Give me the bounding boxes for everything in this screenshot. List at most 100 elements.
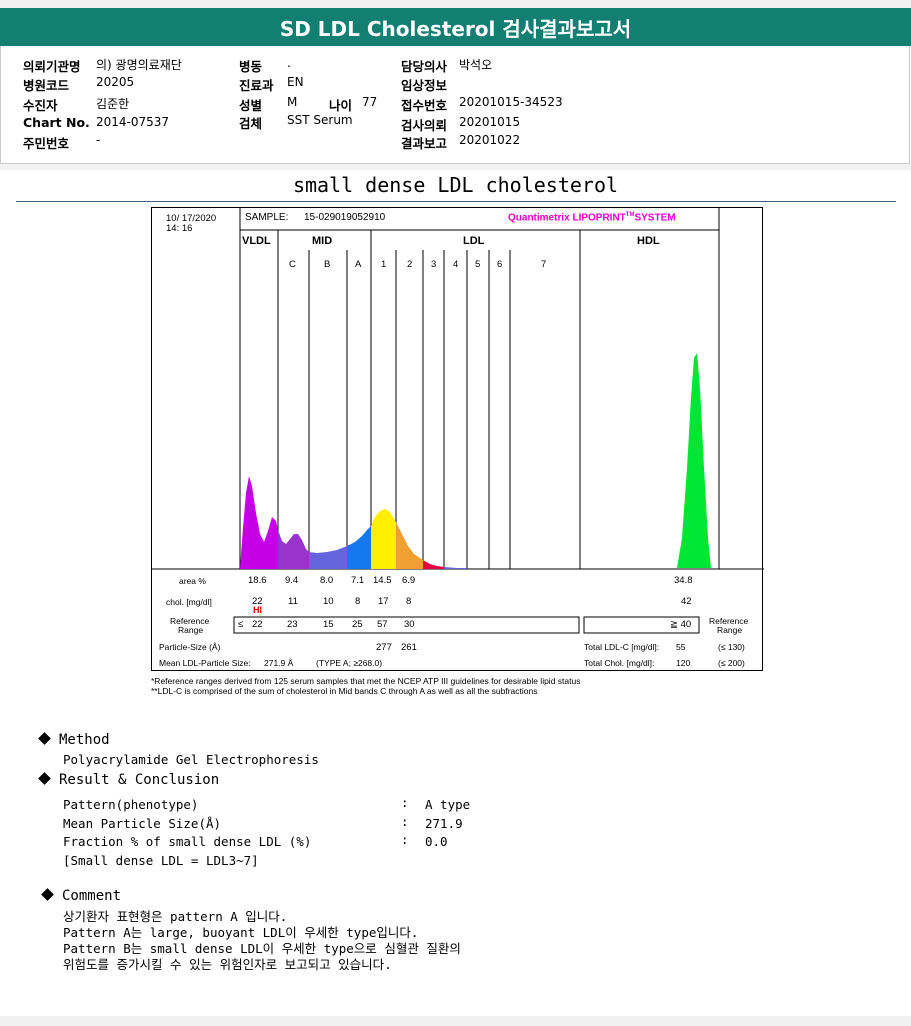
band-a: A bbox=[355, 259, 362, 270]
right-ref2: Range bbox=[717, 625, 743, 635]
diamond-bullet-icon bbox=[38, 771, 51, 785]
row-label-chol: chol. [mg/dl] bbox=[166, 597, 212, 607]
band-4: 4 bbox=[453, 259, 459, 270]
footnote-2: **LDL-C is comprised of the sum of chole… bbox=[151, 686, 538, 696]
curve-ldl2 bbox=[396, 522, 423, 569]
row-label-area: area % bbox=[179, 576, 206, 586]
total-ldl-ref: (≤ 130) bbox=[718, 642, 745, 652]
info-chart-no: Chart No. bbox=[23, 115, 90, 130]
row-label-particle: Particle-Size (Å) bbox=[159, 642, 221, 652]
info-receipt-no-value: 20201015-34523 bbox=[459, 95, 563, 109]
method-heading: Method bbox=[38, 731, 110, 748]
section-separator bbox=[0, 164, 911, 170]
area-c: 9.4 bbox=[285, 575, 299, 586]
document-title: small dense LDL cholesterol bbox=[292, 173, 619, 197]
total-ldl-label: Total LDL-C [mg/dl]: bbox=[584, 642, 660, 652]
band-c: C bbox=[289, 259, 296, 270]
info-hospital-code-value: 20205 bbox=[96, 75, 135, 89]
total-chol-value: 120 bbox=[676, 658, 691, 668]
band-2: 2 bbox=[407, 259, 413, 270]
band-3: 3 bbox=[431, 259, 437, 270]
info-age-value: 77 bbox=[362, 95, 378, 109]
footnote-1: *Reference ranges derived from 125 serum… bbox=[151, 676, 581, 686]
curve-hdl bbox=[677, 353, 711, 568]
info-department: 진료과 bbox=[239, 78, 274, 93]
chol-ldl1: 17 bbox=[378, 596, 389, 607]
info-receipt-no: 접수번호 bbox=[401, 98, 448, 113]
result-sep-fraction: : bbox=[401, 832, 409, 847]
ref-prefix: ≤ bbox=[238, 619, 244, 630]
total-chol-label: Total Chol. [mg/dl]: bbox=[584, 658, 655, 668]
ref-a: 25 bbox=[352, 619, 363, 630]
info-request-date: 검사의뢰 bbox=[401, 118, 448, 133]
info-resident-no: 주민번호 bbox=[23, 136, 70, 151]
group-hdl: HDL bbox=[637, 235, 660, 247]
curve-mid-a bbox=[347, 526, 371, 569]
ref-vldl: 22 bbox=[252, 619, 263, 630]
area-b: 8.0 bbox=[320, 575, 334, 586]
mean-type: (TYPE A; ≥268.0) bbox=[316, 658, 383, 668]
brand-label: Quantimetrix LIPOPRINTTMSYSTEM bbox=[508, 212, 676, 224]
curve-ldl3 bbox=[423, 560, 444, 569]
info-doctor: 담당의사 bbox=[401, 59, 448, 74]
diamond-bullet-icon bbox=[38, 731, 51, 745]
area-hdl: 34.8 bbox=[674, 575, 693, 586]
result-sep-size: : bbox=[401, 814, 409, 829]
info-institution-value: 의) 광명의료재단 bbox=[96, 58, 182, 72]
info-resident-no-value: - bbox=[96, 133, 101, 147]
result-label-pattern: Pattern(phenotype) bbox=[63, 797, 199, 812]
mean-value: 271.9 Å bbox=[264, 658, 294, 668]
info-patient-value: 김준한 bbox=[96, 97, 130, 111]
band-7: 7 bbox=[541, 259, 547, 270]
chol-a: 8 bbox=[355, 596, 361, 607]
area-vldl: 18.6 bbox=[248, 575, 267, 586]
result-value-size: 271.9 bbox=[425, 816, 463, 831]
particle-ldl1: 277 bbox=[376, 642, 392, 653]
bottom-strip bbox=[0, 1016, 911, 1026]
ref-b: 15 bbox=[323, 619, 334, 630]
band-1: 1 bbox=[381, 259, 387, 270]
info-department-value: EN bbox=[287, 75, 304, 89]
band-6: 6 bbox=[497, 259, 503, 270]
comment-line-4: 위험도를 증가시킬 수 있는 위험인자로 보고되고 있습니다. bbox=[63, 957, 392, 972]
particle-ldl2: 261 bbox=[401, 642, 417, 653]
report-time: 14: 16 bbox=[166, 223, 193, 234]
area-a: 7.1 bbox=[351, 575, 365, 586]
curve-mid-c bbox=[278, 530, 309, 569]
group-vldl: VLDL bbox=[242, 235, 271, 247]
total-chol-ref: (≤ 200) bbox=[718, 658, 745, 668]
curve-vldl bbox=[240, 476, 278, 569]
result-sep-pattern: : bbox=[401, 795, 409, 810]
ref-ldl2: 30 bbox=[404, 619, 415, 630]
sample-label: SAMPLE: bbox=[245, 212, 289, 223]
title-underline bbox=[16, 201, 896, 202]
band-b: B bbox=[324, 259, 331, 270]
result-value-pattern: A type bbox=[425, 797, 471, 812]
info-clinical: 임상정보 bbox=[401, 78, 448, 93]
info-doctor-value: 박석오 bbox=[459, 58, 493, 72]
row-label-ref2: Range bbox=[178, 625, 204, 635]
area-ldl2: 6.9 bbox=[402, 575, 416, 586]
chol-b: 10 bbox=[323, 596, 334, 607]
result-heading: Result & Conclusion bbox=[38, 771, 219, 788]
curve-mid-b bbox=[309, 546, 347, 569]
band-5: 5 bbox=[475, 259, 481, 270]
info-patient: 수진자 bbox=[23, 98, 58, 113]
group-mid: MID bbox=[312, 235, 333, 247]
group-ldl: LDL bbox=[463, 235, 485, 247]
info-sex: 성별 bbox=[239, 98, 263, 113]
ref-ldl1: 57 bbox=[377, 619, 388, 630]
lipoprint-graphics bbox=[152, 208, 764, 634]
area-ldl1: 14.5 bbox=[373, 575, 392, 586]
info-request-date-value: 20201015 bbox=[459, 115, 521, 129]
sample-id: 15-029019052910 bbox=[304, 212, 386, 223]
report-title: SD LDL Cholesterol 검사결과보고서 bbox=[0, 8, 911, 46]
comment-heading: Comment bbox=[41, 887, 121, 904]
chol-hdl: 42 bbox=[681, 596, 692, 607]
chol-c: 11 bbox=[288, 596, 298, 607]
chol-ldl2: 8 bbox=[406, 596, 412, 607]
patient-info-panel: 의뢰기관명 의) 광명의료재단 병원코드 20205 수진자 김준한 Chart… bbox=[0, 46, 910, 164]
info-ward: 병동 bbox=[239, 59, 263, 74]
result-note: [Small dense LDL = LDL3~7] bbox=[63, 853, 259, 868]
lipoprint-report: 10/ 17/2020 14: 16 SAMPLE: 15-0290190529… bbox=[151, 207, 764, 671]
